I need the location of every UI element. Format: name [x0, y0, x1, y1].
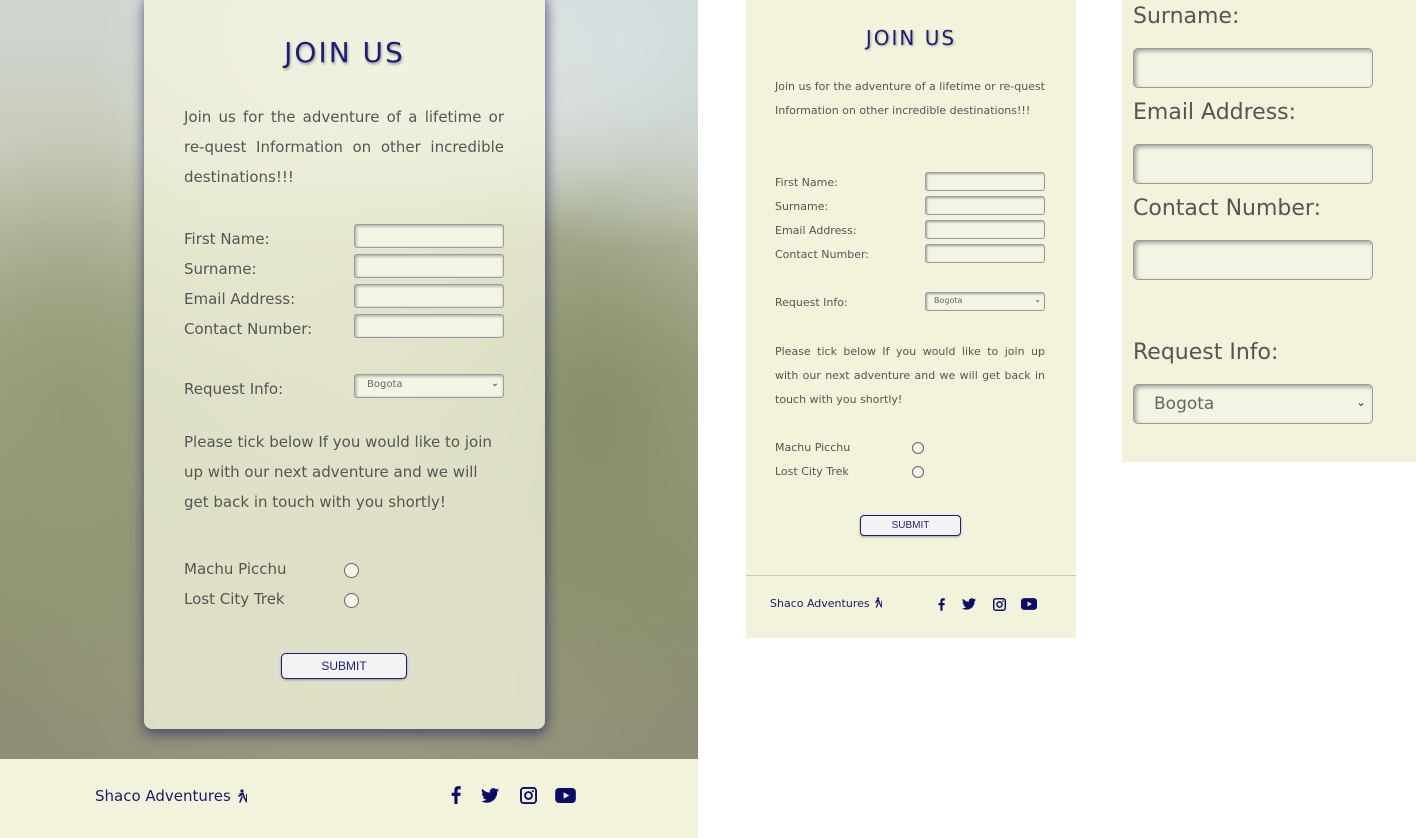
option-machu-picchu-radio[interactable]: [912, 442, 924, 454]
contact-label: Contact Number:: [184, 320, 313, 338]
request-info-label: Request Info:: [1133, 340, 1279, 365]
surname-input[interactable]: [354, 254, 504, 278]
request-info-label: Request Info:: [775, 296, 848, 309]
desktop-view: JOIN US Join us for the adventure of a l…: [0, 0, 698, 838]
hiking-icon: [873, 597, 883, 610]
contact-label: Contact Number:: [775, 248, 869, 261]
email-label: Email Address:: [184, 290, 296, 308]
contact-input[interactable]: [1133, 240, 1373, 280]
form-title: JOIN US: [284, 36, 405, 69]
email-input[interactable]: [1133, 144, 1373, 184]
facebook-icon[interactable]: [445, 784, 467, 806]
facebook-icon[interactable]: [933, 596, 949, 612]
tablet-view: JOIN US Join us for the adventure of a l…: [746, 0, 1076, 638]
form-intro: Join us for the adventure of a lifetime …: [184, 108, 504, 186]
surname-label: Surname:: [775, 200, 829, 213]
option-lost-city-trek-label: Lost City Trek: [184, 590, 285, 608]
option-lost-city-trek-radio[interactable]: [344, 593, 359, 608]
mobile-view: Surname: Email Address: Contact Number: …: [1122, 0, 1416, 462]
chevron-down-icon: ⌄: [490, 378, 499, 389]
instagram-icon[interactable]: [991, 596, 1007, 612]
email-label: Email Address:: [775, 224, 857, 237]
brand-name: Shaco Adventures: [95, 787, 231, 805]
footer-divider: [746, 575, 1076, 576]
contact-input[interactable]: [925, 244, 1045, 263]
request-info-label: Request Info:: [184, 380, 284, 398]
first-name-label: First Name:: [184, 230, 270, 248]
email-input[interactable]: [925, 220, 1045, 239]
request-info-select[interactable]: Bogota ⌄: [354, 374, 504, 398]
form-title: JOIN US: [865, 26, 957, 50]
surname-label: Surname:: [1133, 4, 1240, 29]
option-machu-picchu-label: Machu Picchu: [775, 441, 851, 454]
option-machu-picchu-radio[interactable]: [344, 563, 359, 578]
footer-brand[interactable]: Shaco Adventures: [770, 597, 883, 610]
option-machu-picchu-label: Machu Picchu: [184, 560, 287, 578]
option-lost-city-trek-radio[interactable]: [912, 466, 924, 478]
email-input[interactable]: [354, 284, 504, 308]
submit-button[interactable]: SUBMIT: [281, 653, 407, 679]
email-label: Email Address:: [1133, 100, 1297, 125]
brand-name: Shaco Adventures: [770, 597, 870, 610]
surname-input[interactable]: [925, 196, 1045, 215]
request-info-value: Bogota: [934, 296, 963, 305]
first-name-input[interactable]: [925, 172, 1045, 191]
submit-button[interactable]: SUBMIT: [860, 515, 961, 536]
surname-label: Surname:: [184, 260, 257, 278]
surname-input[interactable]: [1133, 48, 1373, 88]
footer-brand[interactable]: Shaco Adventures: [95, 787, 248, 805]
chevron-down-icon: ⌄: [1355, 395, 1366, 409]
twitter-icon[interactable]: [479, 784, 501, 806]
hiking-icon: [236, 787, 248, 805]
request-info-select[interactable]: Bogota ⌄: [925, 292, 1045, 311]
youtube-icon[interactable]: [554, 784, 576, 806]
first-name-input[interactable]: [354, 224, 504, 248]
twitter-icon[interactable]: [961, 596, 977, 612]
youtube-icon[interactable]: [1021, 596, 1037, 612]
join-form-card: JOIN US Join us for the adventure of a l…: [144, 0, 545, 729]
form-intro: Join us for the adventure of a lifetime …: [775, 80, 1045, 117]
request-info-select[interactable]: Bogota ⌄: [1133, 384, 1373, 424]
tick-instructions: Please tick below If you would like to j…: [184, 433, 492, 511]
chevron-down-icon: ⌄: [1034, 295, 1041, 304]
option-lost-city-trek-label: Lost City Trek: [775, 465, 849, 478]
contact-input[interactable]: [354, 314, 504, 338]
first-name-label: First Name:: [775, 176, 838, 189]
request-info-value: Bogota: [367, 379, 403, 390]
instagram-icon[interactable]: [517, 784, 539, 806]
contact-label: Contact Number:: [1133, 196, 1321, 221]
tick-instructions: Please tick below If you would like to j…: [775, 345, 1045, 406]
request-info-value: Bogota: [1154, 394, 1215, 414]
